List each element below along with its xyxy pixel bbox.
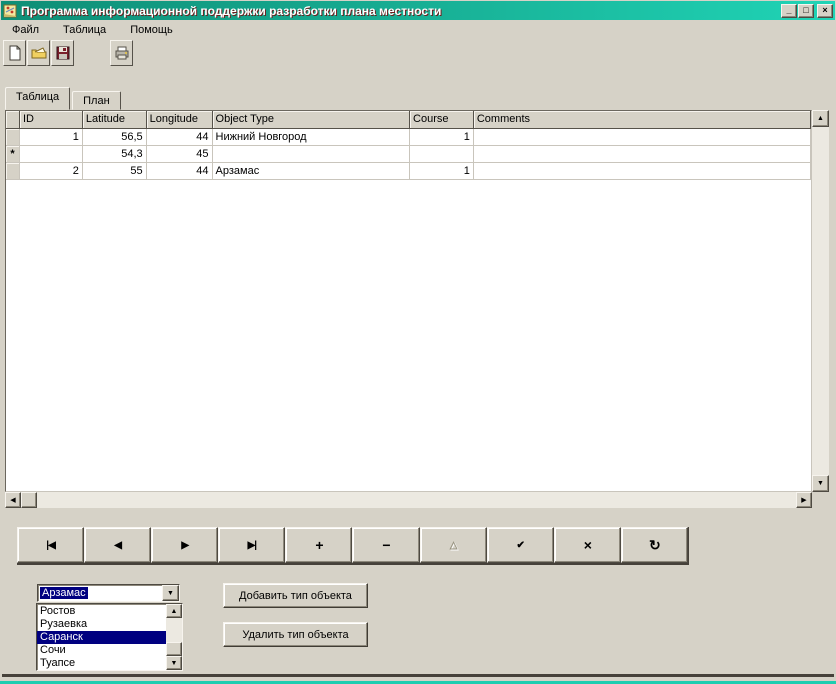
tab-table[interactable]: Таблица xyxy=(5,87,71,110)
last-record-button[interactable]: ▶| xyxy=(218,527,286,563)
title-bar: Программа информационной поддержки разра… xyxy=(1,1,835,20)
delete-object-type-button[interactable]: Удалить тип объекта xyxy=(223,622,368,647)
menu-bar: Файл Таблица Помощь xyxy=(2,21,834,38)
maximize-button[interactable]: □ xyxy=(798,3,814,18)
open-file-button[interactable] xyxy=(27,40,50,66)
scroll-left-icon[interactable]: ◀ xyxy=(5,492,21,508)
close-button[interactable]: × xyxy=(817,3,833,18)
grid-cell[interactable]: 1 xyxy=(410,129,474,146)
grid-column-header: Comments xyxy=(473,111,811,129)
minimize-button[interactable]: _ xyxy=(781,3,797,18)
list-item[interactable]: Саранск xyxy=(37,631,166,644)
row-indicator xyxy=(6,129,20,146)
grid-header-row: ID Latitude Longitude Object Type Course Comm… xyxy=(6,111,811,129)
grid-column-header: ID xyxy=(19,111,83,129)
listbox-scrollbar[interactable]: ▲ ▼ xyxy=(166,604,182,670)
insert-record-button[interactable]: + xyxy=(285,527,353,563)
menu-item-0[interactable]: Файл xyxy=(10,23,41,37)
toolbar xyxy=(2,38,834,68)
scroll-right-icon[interactable]: ▶ xyxy=(796,492,812,508)
tab-plan[interactable]: План xyxy=(72,91,121,110)
grid-cell[interactable]: Арзамас xyxy=(212,163,411,180)
grid-cell[interactable]: 45 xyxy=(146,146,213,163)
edit-record-button: △ xyxy=(419,527,487,563)
app-icon xyxy=(3,4,17,17)
menu-item-2[interactable]: Помощь xyxy=(128,23,175,37)
grid-cell[interactable]: 55 xyxy=(82,163,147,180)
scroll-down-icon[interactable]: ▼ xyxy=(812,475,829,492)
grid-cell[interactable]: 54,3 xyxy=(82,146,147,163)
new-file-icon xyxy=(9,45,20,61)
prior-record-button[interactable]: ◀ xyxy=(84,527,152,563)
grid-cell[interactable]: 2 xyxy=(19,163,83,180)
grid-cell[interactable]: 44 xyxy=(146,163,213,180)
refresh-data-button[interactable]: ↻ xyxy=(620,527,688,563)
scroll-down-icon[interactable]: ▼ xyxy=(166,656,182,670)
table-row[interactable]: 2 55 44 Арзамас 1 xyxy=(6,163,811,180)
scrollbar-thumb[interactable] xyxy=(166,642,182,656)
cancel-edit-button[interactable]: × xyxy=(553,527,621,563)
grid-horizontal-scrollbar[interactable]: ◀ ▶ xyxy=(5,492,812,508)
grid-cell[interactable]: 1 xyxy=(410,163,474,180)
scrollbar-thumb[interactable] xyxy=(21,492,37,508)
list-item[interactable]: Рузаевка xyxy=(37,618,166,631)
menu-item-1[interactable]: Таблица xyxy=(61,23,108,37)
list-item[interactable]: Сочи xyxy=(37,644,166,657)
save-icon xyxy=(56,46,69,60)
print-icon xyxy=(115,46,128,60)
grid-column-header: Latitude xyxy=(82,111,147,129)
grid-indicator-header xyxy=(6,111,20,129)
grid-cell[interactable] xyxy=(473,146,811,163)
post-edit-button[interactable]: ✔ xyxy=(486,527,554,563)
open-folder-icon xyxy=(31,47,46,59)
grid-cell[interactable] xyxy=(19,146,83,163)
scroll-up-icon[interactable]: ▲ xyxy=(812,110,829,127)
grid-cell[interactable] xyxy=(473,163,811,180)
grid-cell[interactable] xyxy=(473,129,811,146)
object-type-combobox[interactable]: Арзамас ▼ xyxy=(37,584,180,602)
list-item[interactable]: Туапсе xyxy=(37,657,166,670)
grid-column-header: Longitude xyxy=(146,111,213,129)
listbox-items: Ростов Рузаевка Саранск Сочи Туапсе xyxy=(37,604,166,670)
grid-cell[interactable] xyxy=(410,146,474,163)
print-button[interactable] xyxy=(110,40,133,66)
grid-cell[interactable]: 44 xyxy=(146,129,213,146)
db-navigator: |◀ ◀ ▶ ▶| + − △ ✔ × ↻ xyxy=(17,527,689,565)
first-record-button[interactable]: |◀ xyxy=(17,527,85,563)
data-grid[interactable]: ID Latitude Longitude Object Type Course Comm… xyxy=(5,110,812,492)
object-type-listbox[interactable]: Ростов Рузаевка Саранск Сочи Туапсе ▲ ▼ xyxy=(36,603,183,671)
grid-cell[interactable] xyxy=(212,146,411,163)
grid-cell[interactable]: 1 xyxy=(19,129,83,146)
grid-column-header: Course xyxy=(410,111,474,129)
grid-vertical-scrollbar[interactable]: ▲ ▼ xyxy=(812,110,829,492)
row-indicator: * xyxy=(6,146,20,163)
grid-cell[interactable]: Нижний Новгород xyxy=(212,129,411,146)
chevron-down-icon[interactable]: ▼ xyxy=(162,585,179,601)
list-item[interactable]: Ростов xyxy=(37,605,166,618)
new-file-button[interactable] xyxy=(3,40,26,66)
grid-cell[interactable]: 56,5 xyxy=(82,129,147,146)
grid-column-header: Object Type xyxy=(212,111,411,129)
table-row[interactable]: 1 56,5 44 Нижний Новгород 1 xyxy=(6,129,811,146)
row-indicator xyxy=(6,163,20,180)
window-title: Программа информационной поддержки разра… xyxy=(21,3,442,18)
delete-record-button[interactable]: − xyxy=(352,527,420,563)
add-object-type-button[interactable]: Добавить тип объекта xyxy=(223,583,368,608)
tab-control: Таблица План xyxy=(5,87,121,110)
table-row[interactable]: * 54,3 45 xyxy=(6,146,811,163)
save-file-button[interactable] xyxy=(51,40,74,66)
scroll-up-icon[interactable]: ▲ xyxy=(166,604,182,618)
bottom-divider xyxy=(2,674,834,677)
combobox-value: Арзамас xyxy=(40,587,88,599)
next-record-button[interactable]: ▶ xyxy=(151,527,219,563)
scrollbar-track[interactable] xyxy=(37,492,796,508)
